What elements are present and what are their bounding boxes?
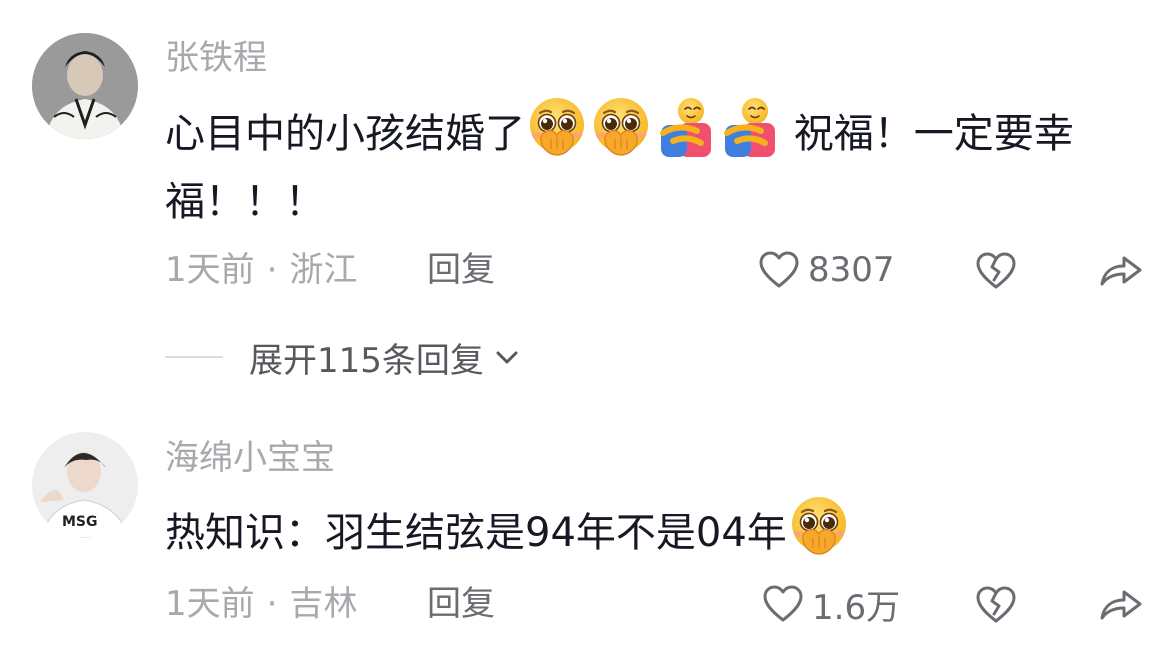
pleading-face-emoji bbox=[525, 95, 589, 159]
expand-replies-label: 展开115条回复 bbox=[249, 340, 484, 381]
separator: · bbox=[266, 584, 278, 624]
location: 吉林 bbox=[289, 584, 358, 624]
like-button[interactable]: 8307 bbox=[758, 248, 895, 292]
pleading-face-emoji bbox=[589, 95, 653, 159]
avatar[interactable]: MSG bbox=[32, 432, 138, 538]
timestamp: 1天前 bbox=[165, 584, 255, 624]
heart-outline-icon bbox=[759, 251, 799, 288]
comment-text-part: 热知识：羽生结弦是94年不是04年 bbox=[165, 510, 787, 556]
like-button[interactable]: 1.6万 bbox=[762, 582, 901, 628]
username[interactable]: 海绵小宝宝 bbox=[165, 436, 335, 480]
like-count: 8307 bbox=[808, 250, 895, 290]
separator: · bbox=[266, 250, 278, 290]
hugging-people-emoji bbox=[717, 95, 781, 159]
pleading-face-emoji bbox=[787, 494, 851, 558]
reply-button[interactable]: 回复 bbox=[427, 248, 495, 292]
chevron-down-icon bbox=[496, 351, 518, 364]
comment-text-part: 心目中的小孩结婚了 bbox=[165, 111, 525, 157]
comment-text: 热知识：羽生结弦是94年不是04年 bbox=[165, 494, 1125, 567]
divider bbox=[165, 356, 223, 358]
avatar[interactable] bbox=[32, 33, 138, 139]
timestamp: 1天前 bbox=[165, 250, 255, 290]
share-arrow-icon[interactable] bbox=[1098, 250, 1144, 292]
reply-button[interactable]: 回复 bbox=[427, 582, 495, 626]
username[interactable]: 张铁程 bbox=[165, 36, 267, 80]
comment-meta: 1天前 · 浙江 bbox=[165, 248, 357, 292]
hugging-people-emoji bbox=[653, 95, 717, 159]
heart-outline-icon bbox=[763, 585, 803, 622]
location: 浙江 bbox=[289, 250, 358, 290]
like-count: 1.6万 bbox=[812, 587, 901, 628]
share-arrow-icon[interactable] bbox=[1098, 584, 1144, 626]
expand-replies-button[interactable]: 展开115条回复 bbox=[165, 333, 522, 381]
broken-heart-icon[interactable] bbox=[975, 250, 1017, 292]
comment-text: 心目中的小孩结婚了 祝福！一定要幸福！！！ bbox=[165, 95, 1125, 236]
svg-text:MSG: MSG bbox=[62, 514, 98, 530]
broken-heart-icon[interactable] bbox=[975, 584, 1017, 626]
comment-meta: 1天前 · 吉林 bbox=[165, 582, 357, 626]
